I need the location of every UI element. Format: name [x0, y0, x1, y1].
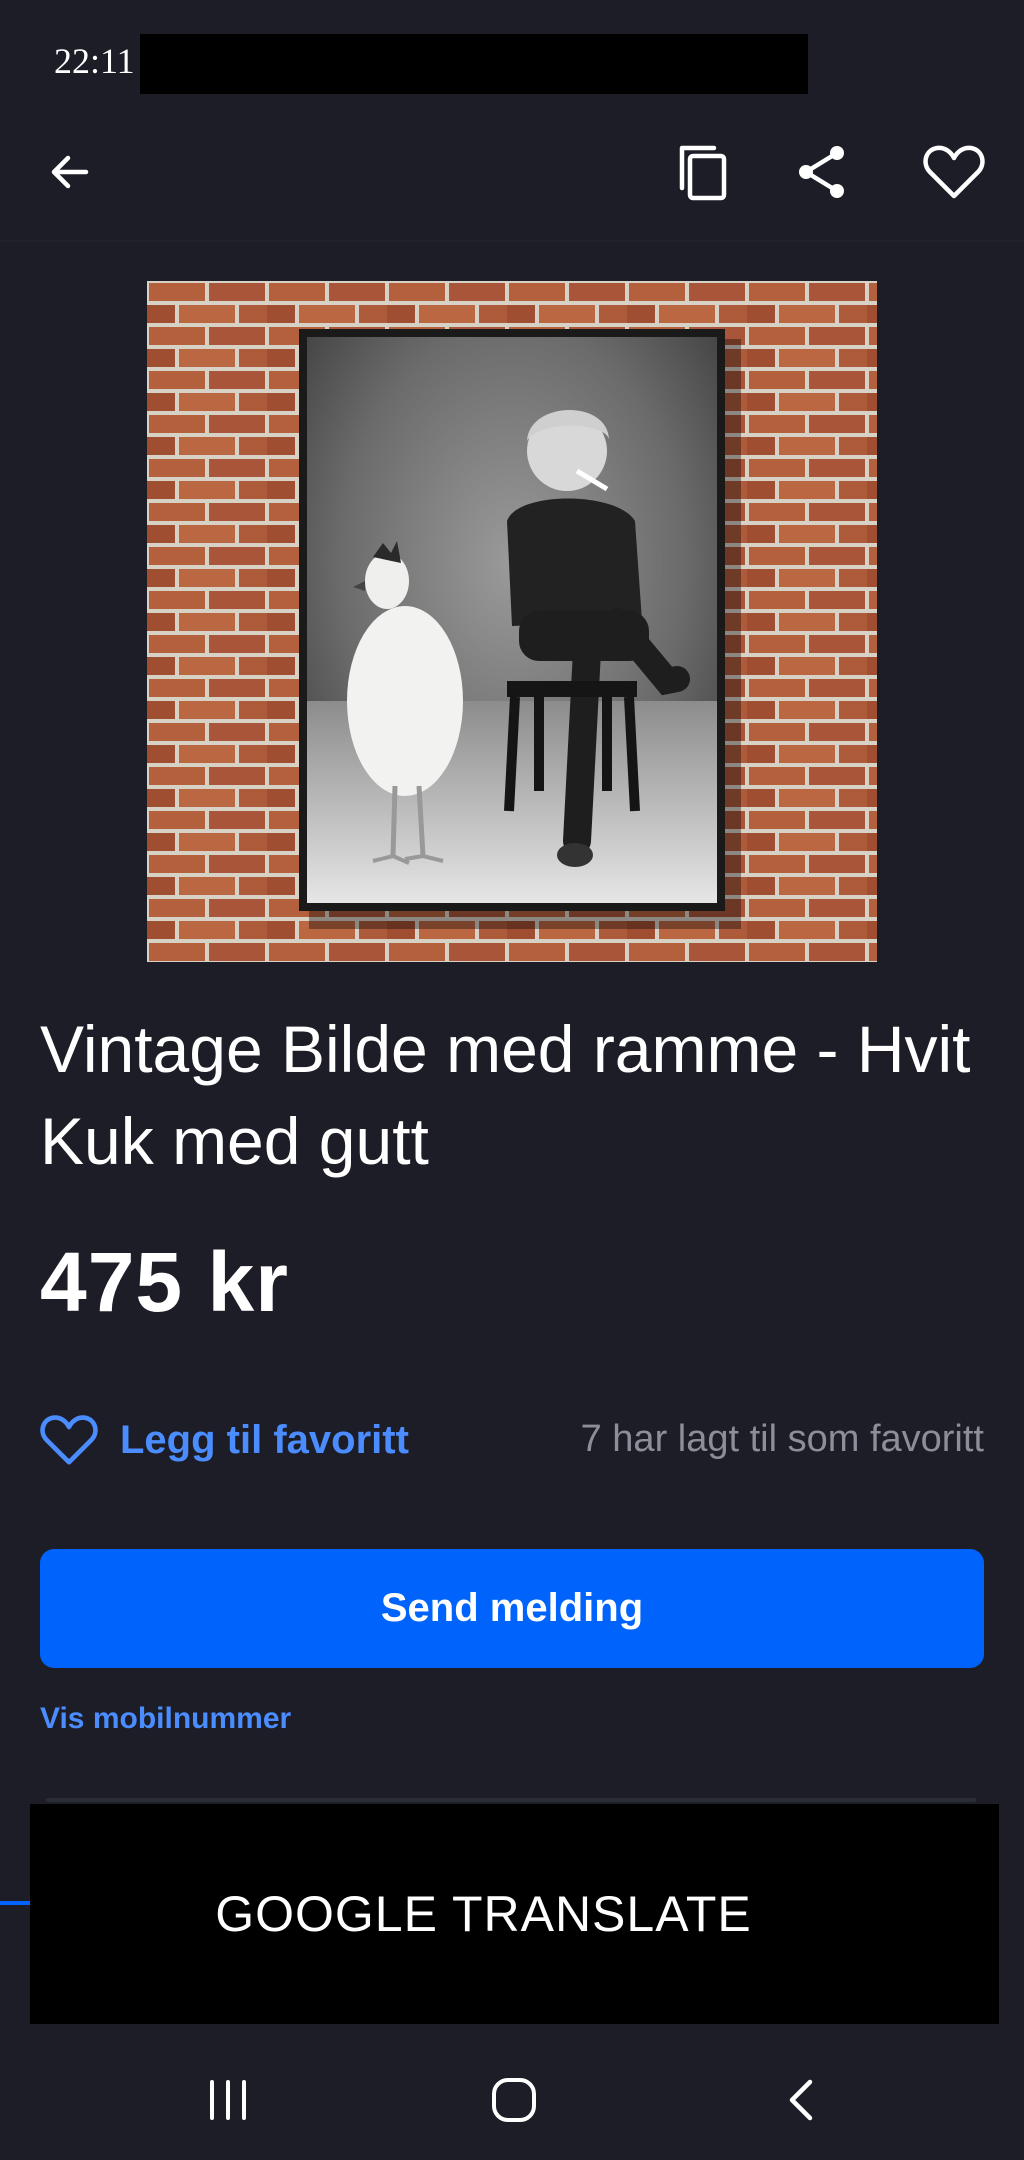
show-phone-number-link[interactable]: Vis mobilnummer	[40, 1702, 291, 1736]
share-button[interactable]	[786, 134, 858, 210]
copy-button[interactable]	[668, 134, 740, 210]
heart-outline-icon	[40, 1415, 98, 1465]
back-button[interactable]	[34, 136, 106, 208]
favorite-count: 7 har lagt til som favoritt	[580, 1418, 984, 1460]
add-to-favorites-label: Legg til favoritt	[120, 1417, 409, 1462]
status-redaction-block	[140, 34, 808, 94]
listing-image[interactable]	[147, 281, 877, 962]
nav-home-button[interactable]	[482, 2066, 546, 2134]
share-icon	[799, 146, 844, 198]
framed-photo-on-brick-wall	[147, 281, 877, 962]
nav-recents-button[interactable]	[196, 2068, 260, 2132]
left-accent-line	[0, 1901, 30, 1905]
arrow-left-icon	[51, 155, 89, 189]
google-translate-banner: GOOGLE TRANSLATE	[30, 1804, 999, 2024]
status-time: 22:11	[54, 41, 135, 81]
recents-icon	[210, 2080, 246, 2120]
listing-page: 22:11 Vintage Bilde med ramme - Hvit Kuk…	[0, 0, 1024, 2160]
card-edge	[46, 1798, 976, 1802]
add-to-favorites-button[interactable]: Legg til favoritt	[40, 1412, 409, 1468]
send-message-button[interactable]: Send melding	[40, 1549, 984, 1668]
listing-title: Vintage Bilde med ramme - Hvit Kuk med g…	[40, 1012, 971, 1178]
heart-outline-icon	[923, 145, 985, 199]
nav-back-icon	[789, 2079, 813, 2121]
top-bar-divider	[0, 240, 1024, 242]
favorite-top-button[interactable]	[916, 134, 992, 210]
copy-icon	[679, 145, 727, 201]
home-icon	[492, 2078, 536, 2122]
listing-price: 475 kr	[40, 1235, 289, 1329]
nav-back-button[interactable]	[768, 2068, 832, 2132]
